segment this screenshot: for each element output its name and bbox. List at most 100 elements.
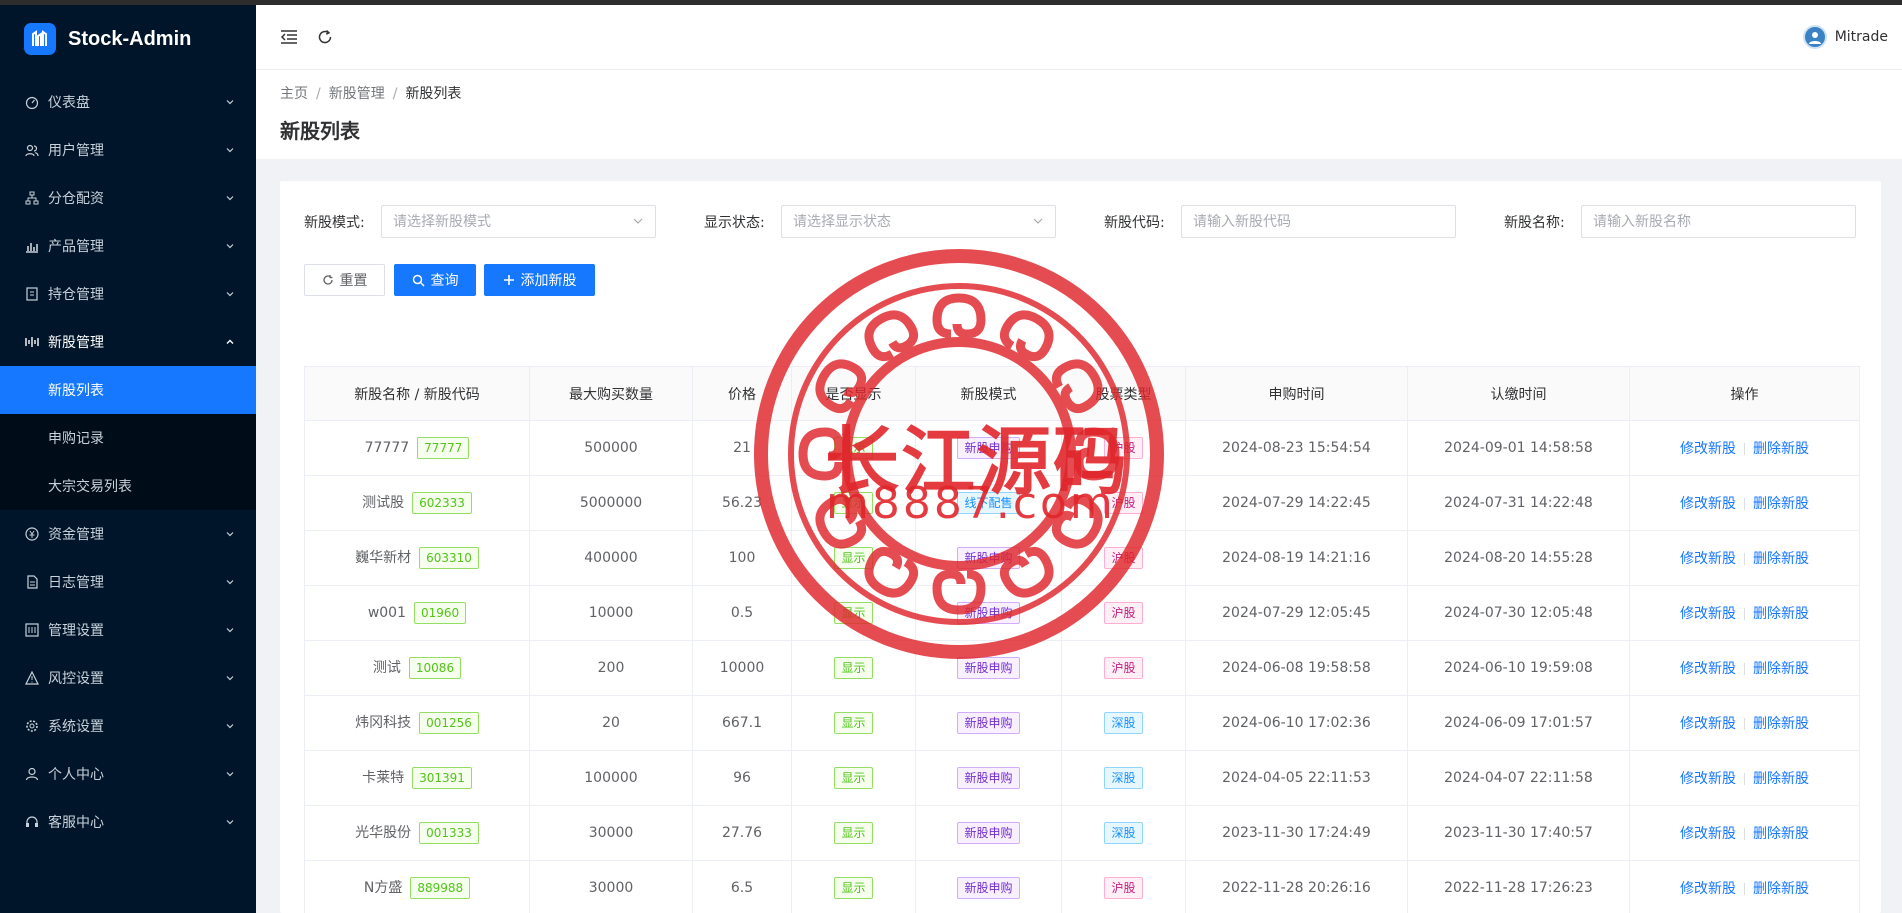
delete-ipo-link[interactable]: 删除新股 [1753, 441, 1809, 457]
apply-time-cell: 2024-07-29 12:05:45 [1185, 585, 1408, 641]
sidebar-item-gear[interactable]: 系统设置 [0, 702, 256, 750]
delete-ipo-link[interactable]: 删除新股 [1753, 771, 1809, 787]
user-menu[interactable]: Mitrade [1802, 25, 1888, 49]
breadcrumb-ipo-management[interactable]: 新股管理 [329, 86, 385, 102]
table-body: 77777 77777 500000 21 显示 新股申购 沪股 2024-08-23 15:… [304, 420, 1860, 913]
breadcrumb-home[interactable]: 主页 [280, 86, 308, 102]
mode-cell: 新股申购 [915, 805, 1062, 861]
add-ipo-button[interactable]: 添加新股 [484, 264, 595, 296]
ipo-mode-tag: 新股申购 [957, 437, 1020, 459]
status-select-input[interactable] [781, 205, 1056, 238]
admin-settings-icon [24, 622, 40, 638]
edit-ipo-link[interactable]: 修改新股 [1680, 826, 1736, 842]
apply-time-cell: 2024-08-23 15:54:54 [1185, 420, 1408, 476]
max-quantity-cell: 400000 [529, 530, 693, 586]
sidebar-item-headset[interactable]: 客服中心 [0, 798, 256, 846]
chevron-down-icon [224, 672, 236, 684]
submenu-item[interactable]: 大宗交易列表 [0, 462, 256, 510]
edit-ipo-link[interactable]: 修改新股 [1680, 551, 1736, 567]
sidebar-item-warning[interactable]: 风控设置 [0, 654, 256, 702]
sidebar-item-log[interactable]: 日志管理 [0, 558, 256, 606]
delete-ipo-link[interactable]: 删除新股 [1753, 826, 1809, 842]
submenu-item[interactable]: 申购记录 [0, 414, 256, 462]
divider [1744, 498, 1745, 510]
divider [1744, 443, 1745, 455]
price-cell: 6.5 [692, 860, 792, 913]
actions-cell: 修改新股 删除新股 [1629, 420, 1860, 476]
edit-ipo-link[interactable]: 修改新股 [1680, 606, 1736, 622]
code-input[interactable] [1181, 205, 1456, 238]
collapse-menu-icon[interactable] [278, 26, 300, 48]
refresh-icon[interactable] [314, 26, 336, 48]
name-input[interactable] [1581, 205, 1856, 238]
ipo-code-tag: 603310 [419, 547, 479, 569]
sidebar-item-position[interactable]: 持仓管理 [0, 270, 256, 318]
display-cell: 显示 [791, 750, 916, 806]
edit-ipo-link[interactable]: 修改新股 [1680, 716, 1736, 732]
delete-ipo-link[interactable]: 删除新股 [1753, 716, 1809, 732]
sidebar-item-money[interactable]: 资金管理 [0, 510, 256, 558]
app-logo[interactable]: Stock-Admin [0, 0, 256, 78]
ipo-name-cell: 光华股份 001333 [304, 805, 530, 861]
max-quantity-cell: 20 [529, 695, 693, 751]
sidebar-item-ipo[interactable]: 新股管理 [0, 318, 256, 366]
chevron-down-icon [633, 218, 643, 224]
add-ipo-button-label: 添加新股 [520, 273, 577, 289]
filter-form: 新股模式: 显示状态: 新股代码: 新股名称: [304, 205, 1859, 238]
logo-icon [24, 23, 56, 55]
edit-ipo-link[interactable]: 修改新股 [1680, 441, 1736, 457]
delete-ipo-link[interactable]: 删除新股 [1753, 661, 1809, 677]
delete-ipo-link[interactable]: 删除新股 [1753, 551, 1809, 567]
divider [1744, 718, 1745, 730]
sidebar-item-label: 管理设置 [48, 623, 104, 639]
actions-cell: 修改新股 删除新股 [1629, 750, 1860, 806]
display-status-tag: 显示 [834, 657, 873, 679]
stock-type-cell: 深股 [1061, 695, 1186, 751]
sidebar-item-sitemap[interactable]: 分仓配资 [0, 174, 256, 222]
status-select[interactable] [781, 205, 1056, 238]
search-button[interactable]: 查询 [394, 264, 476, 296]
sidebar-item-user[interactable]: 个人中心 [0, 750, 256, 798]
ipo-name: 炜冈科技 [355, 715, 412, 731]
delete-ipo-link[interactable]: 删除新股 [1753, 881, 1809, 897]
ipo-code-tag: 889988 [410, 877, 471, 899]
ipo-table: 新股名称 / 新股代码 最大购买数量 价格 是否显示 新股模式 股票类型 申购时间 认缴时间操… [304, 366, 1860, 913]
edit-ipo-link[interactable]: 修改新股 [1680, 881, 1736, 897]
column-header: 新股名称 / 新股代码 [304, 366, 530, 421]
page-header: 主页 / 新股管理 / 新股列表 新股列表 [256, 70, 1902, 159]
sidebar-item-dashboard[interactable]: 仪表盘 [0, 78, 256, 126]
actions-cell: 修改新股 删除新股 [1629, 640, 1860, 696]
submenu-item[interactable]: 新股列表 [0, 366, 256, 414]
sidebar: Stock-Admin 仪表盘 用户管理 分仓配资 产品管理持仓管理新股管理 新股列表申… [0, 0, 256, 913]
ipo-name: w001 [367, 605, 406, 621]
stock-type-cell: 沪股 [1061, 475, 1186, 531]
pay-time-cell: 2024-07-30 12:05:48 [1407, 585, 1630, 641]
sidebar-item-bar-chart[interactable]: 产品管理 [0, 222, 256, 270]
edit-ipo-link[interactable]: 修改新股 [1680, 771, 1736, 787]
dashboard-icon [24, 94, 40, 110]
mode-select-input[interactable] [381, 205, 656, 238]
divider [1744, 883, 1745, 895]
actions-cell: 修改新股 删除新股 [1629, 860, 1860, 913]
sidebar-item-users[interactable]: 用户管理 [0, 126, 256, 174]
display-status-tag: 显示 [834, 877, 873, 899]
display-status-tag: 显示 [834, 547, 873, 569]
delete-ipo-link[interactable]: 删除新股 [1753, 606, 1809, 622]
ipo-icon [24, 334, 40, 350]
edit-ipo-link[interactable]: 修改新股 [1680, 661, 1736, 677]
delete-ipo-link[interactable]: 删除新股 [1753, 496, 1809, 512]
ipo-mode-tag: 新股申购 [957, 877, 1020, 899]
mode-cell: 新股申购 [915, 860, 1062, 913]
chevron-down-icon [224, 720, 236, 732]
mode-cell: 新股申购 [915, 585, 1062, 641]
gear-icon [24, 718, 40, 734]
edit-ipo-link[interactable]: 修改新股 [1680, 496, 1736, 512]
column-header: 新股模式 [915, 366, 1062, 421]
mode-select[interactable] [381, 205, 656, 238]
display-cell: 显示 [791, 860, 916, 913]
sidebar-item-label: 持仓管理 [48, 287, 104, 303]
reset-button[interactable]: 重置 [304, 264, 385, 296]
display-status-tag: 显示 [834, 822, 873, 844]
sidebar-item-admin-settings[interactable]: 管理设置 [0, 606, 256, 654]
sidebar-item-label: 风控设置 [48, 671, 104, 687]
